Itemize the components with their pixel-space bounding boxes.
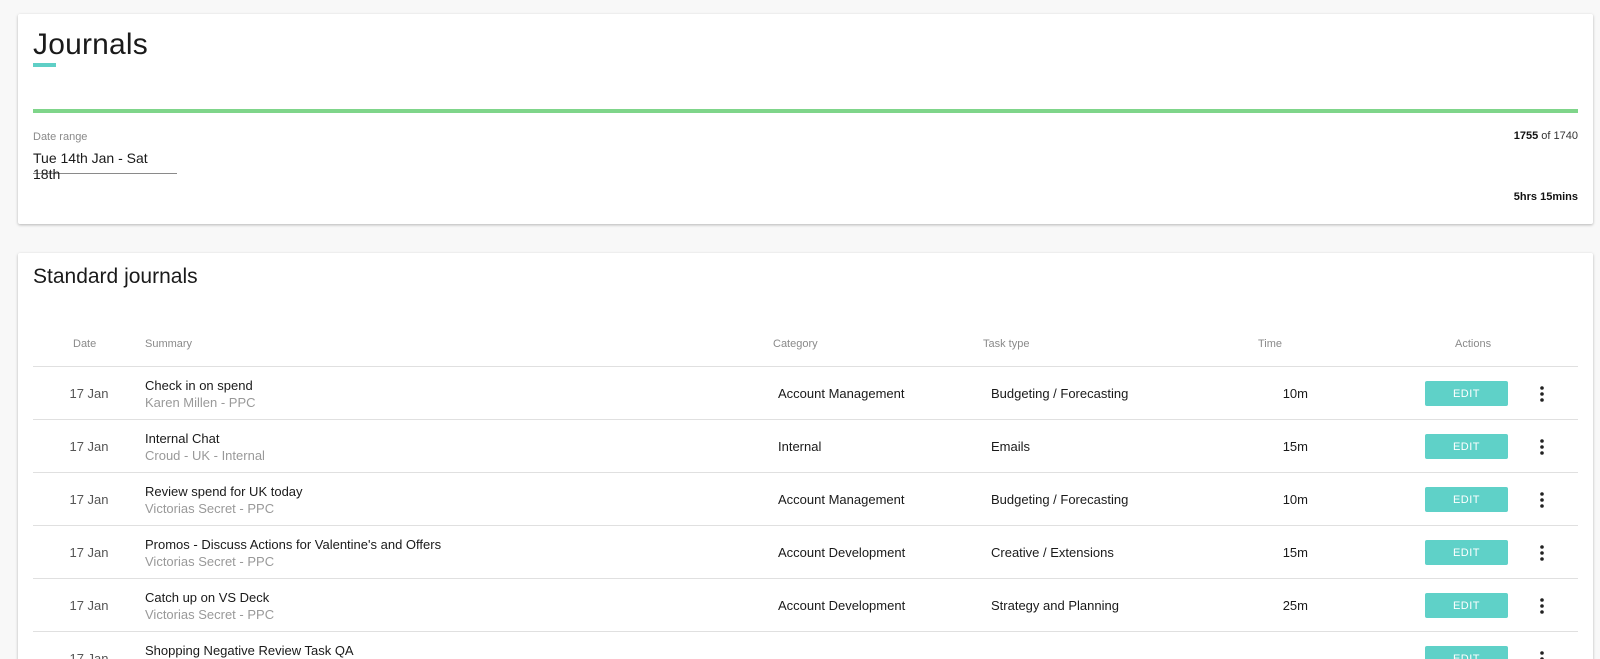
edit-button[interactable]: EDIT bbox=[1425, 593, 1508, 618]
more-vert-icon[interactable] bbox=[1535, 650, 1549, 659]
count-done: 1755 bbox=[1513, 130, 1539, 142]
date-range-label: Date range bbox=[33, 131, 88, 143]
section-title: Standard journals bbox=[33, 265, 198, 288]
journal-table-body: 17 Jan Check in on spend Karen Millen - … bbox=[33, 367, 1578, 659]
row-category: Account Management bbox=[778, 492, 905, 507]
standard-journals-card: Standard journals Date Summary Category … bbox=[18, 253, 1593, 659]
row-summary-title: Review spend for UK today bbox=[145, 484, 303, 499]
column-header-task-type: Task type bbox=[983, 338, 1030, 350]
table-header: Date Summary Category Task type Time Act… bbox=[33, 338, 1578, 367]
row-summary-subtitle: Victorias Secret - PPC bbox=[145, 501, 275, 516]
column-header-summary: Summary bbox=[145, 338, 193, 350]
row-time: 10m bbox=[1282, 492, 1308, 507]
row-task-type: Emails bbox=[991, 439, 1031, 454]
row-task-type: Strategy and Planning bbox=[991, 598, 1119, 613]
total-time: 5hrs 15mins bbox=[1513, 191, 1578, 203]
table-row: 17 Jan Internal Chat Croud - UK - Intern… bbox=[33, 420, 1578, 473]
edit-button[interactable]: EDIT bbox=[1425, 487, 1508, 512]
row-category: Account Development bbox=[778, 545, 906, 560]
row-summary-subtitle: Karen Millen - PPC bbox=[145, 395, 256, 410]
edit-button[interactable]: EDIT bbox=[1425, 646, 1508, 659]
edit-button[interactable]: EDIT bbox=[1425, 540, 1508, 565]
row-category: Account Development bbox=[778, 598, 906, 613]
journal-count: 1755 of 1740 bbox=[1514, 130, 1578, 142]
title-underline bbox=[33, 63, 56, 67]
row-date: 17 Jan bbox=[69, 545, 109, 560]
more-vert-icon[interactable] bbox=[1535, 544, 1549, 562]
date-range-picker[interactable]: Tue 14th Jan - Sat 18th bbox=[33, 148, 177, 182]
row-summary[interactable]: Shopping Negative Review Task QA bbox=[145, 643, 354, 659]
row-summary-title: Internal Chat bbox=[145, 431, 220, 446]
row-category: Internal bbox=[778, 439, 822, 454]
row-summary-subtitle: Victorias Secret - PPC bbox=[145, 607, 275, 622]
row-summary-subtitle: Victorias Secret - PPC bbox=[145, 554, 275, 569]
edit-button[interactable]: EDIT bbox=[1425, 434, 1508, 459]
row-task-type: Creative / Extensions bbox=[991, 545, 1114, 560]
row-time: 15m bbox=[1282, 439, 1308, 454]
row-summary[interactable]: Internal Chat Croud - UK - Internal bbox=[145, 431, 265, 463]
more-vert-icon[interactable] bbox=[1535, 597, 1549, 615]
row-summary[interactable]: Promos - Discuss Actions for Valentine's… bbox=[145, 537, 441, 569]
row-date: 17 Jan bbox=[69, 651, 109, 659]
row-category: Account Management bbox=[778, 386, 905, 401]
edit-button[interactable]: EDIT bbox=[1425, 381, 1508, 406]
row-summary[interactable]: Catch up on VS Deck Victorias Secret - P… bbox=[145, 590, 274, 622]
row-date: 17 Jan bbox=[69, 386, 109, 401]
journals-summary-card: Journals Date range Tue 14th Jan - Sat 1… bbox=[18, 14, 1593, 224]
column-header-category: Category bbox=[773, 338, 818, 350]
row-task-type: Budgeting / Forecasting bbox=[991, 492, 1129, 507]
table-row: 17 Jan Check in on spend Karen Millen - … bbox=[33, 367, 1578, 420]
column-header-date: Date bbox=[73, 338, 97, 350]
row-summary-title: Check in on spend bbox=[145, 378, 253, 393]
row-summary-title: Shopping Negative Review Task QA bbox=[145, 643, 354, 658]
row-date: 17 Jan bbox=[69, 439, 109, 454]
row-time: 10m bbox=[1282, 386, 1308, 401]
row-time: 15m bbox=[1282, 545, 1308, 560]
page-title: Journals bbox=[33, 28, 148, 61]
row-time: 25m bbox=[1282, 598, 1308, 613]
column-header-actions: Actions bbox=[1455, 338, 1492, 350]
row-date: 17 Jan bbox=[69, 598, 109, 613]
row-summary[interactable]: Review spend for UK today Victorias Secr… bbox=[145, 484, 303, 516]
row-summary[interactable]: Check in on spend Karen Millen - PPC bbox=[145, 378, 256, 410]
row-task-type: Budgeting / Forecasting bbox=[991, 386, 1129, 401]
table-row: 17 Jan Catch up on VS Deck Victorias Sec… bbox=[33, 579, 1578, 632]
row-summary-title: Promos - Discuss Actions for Valentine's… bbox=[145, 537, 442, 552]
more-vert-icon[interactable] bbox=[1535, 438, 1549, 456]
progress-fill bbox=[33, 109, 1578, 113]
table-row: 17 Jan Shopping Negative Review Task QA … bbox=[33, 632, 1578, 659]
more-vert-icon[interactable] bbox=[1535, 385, 1549, 403]
table-row: 17 Jan Promos - Discuss Actions for Vale… bbox=[33, 526, 1578, 579]
row-summary-subtitle: Croud - UK - Internal bbox=[145, 448, 265, 463]
more-vert-icon[interactable] bbox=[1535, 491, 1549, 509]
table-row: 17 Jan Review spend for UK today Victori… bbox=[33, 473, 1578, 526]
progress-bar bbox=[33, 109, 1578, 113]
row-summary-title: Catch up on VS Deck bbox=[145, 590, 270, 605]
count-of: of 1740 bbox=[1541, 130, 1578, 142]
row-date: 17 Jan bbox=[69, 492, 109, 507]
column-header-time: Time bbox=[1258, 338, 1283, 350]
